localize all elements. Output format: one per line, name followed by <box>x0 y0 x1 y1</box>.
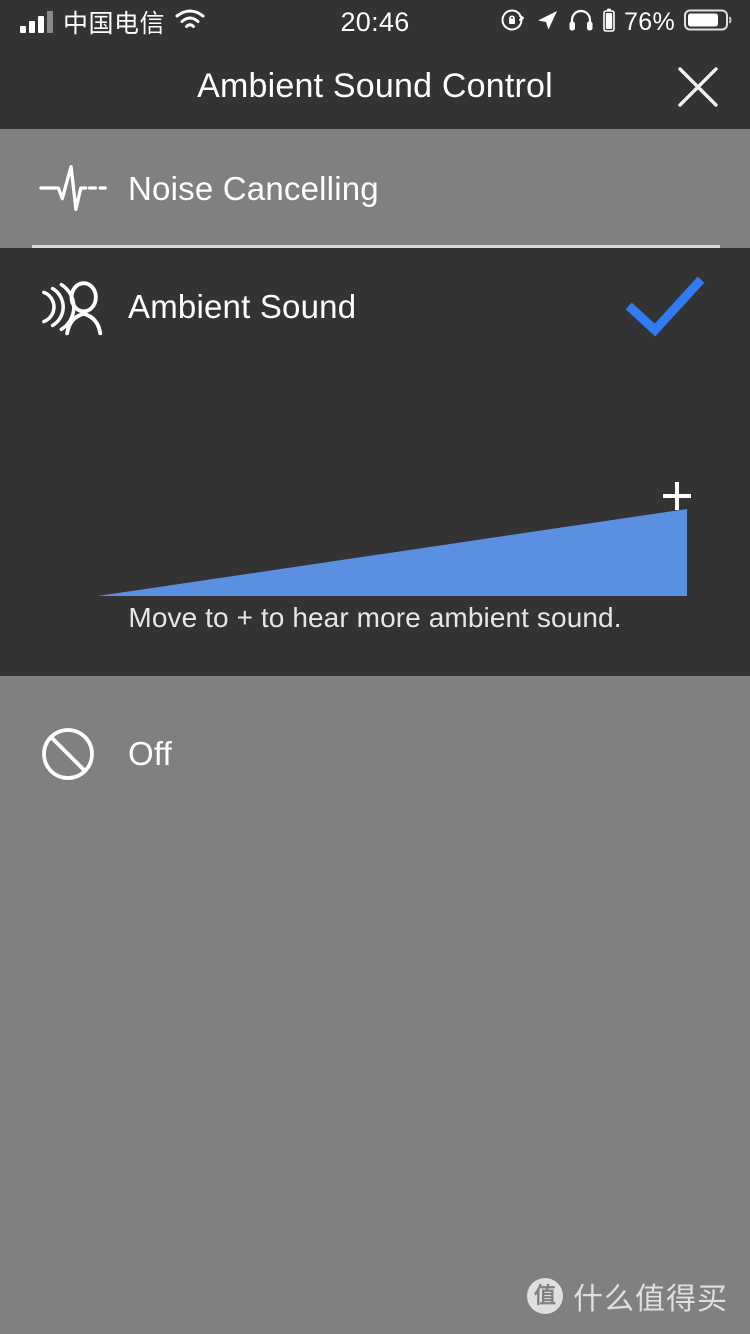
close-button[interactable] <box>668 57 728 117</box>
mode-label-ambient-sound: Ambient Sound <box>128 288 357 325</box>
status-bar: 中国电信 20:46 76% <box>0 0 750 44</box>
headphones-icon <box>568 8 594 37</box>
ambient-sound-slider[interactable] <box>0 366 750 596</box>
close-icon <box>678 66 718 107</box>
prohibited-icon <box>38 724 108 784</box>
mode-label-noise-cancelling: Noise Cancelling <box>128 169 379 207</box>
rotation-lock-icon <box>500 7 526 38</box>
ambient-sound-control-screen: 中国电信 20:46 76% Ambient Sound Control Noi… <box>0 0 750 1334</box>
slider-hint-text: Move to + to hear more ambient sound. <box>128 602 622 633</box>
plus-icon <box>663 482 691 510</box>
battery-percent-label: 76% <box>624 7 675 36</box>
watermark-text: 什么值得买 <box>573 1283 728 1316</box>
headphone-battery-icon <box>603 8 615 37</box>
mode-option-off[interactable]: Off <box>0 695 750 813</box>
ambient-person-icon <box>38 277 108 337</box>
ambient-sound-header[interactable]: Ambient Sound <box>0 248 750 366</box>
waveform-icon <box>38 159 108 219</box>
check-icon <box>626 276 705 337</box>
watermark: 值 什么值得买 <box>527 1274 728 1318</box>
page-title: Ambient Sound Control <box>197 67 553 105</box>
mode-option-noise-cancelling[interactable]: Noise Cancelling <box>0 129 750 248</box>
watermark-logo-icon: 值 <box>527 1278 563 1314</box>
status-bar-right: 76% <box>500 7 732 38</box>
slider-wedge-track[interactable] <box>0 366 750 596</box>
nav-bar: Ambient Sound Control <box>0 44 750 129</box>
battery-icon <box>684 8 732 37</box>
mode-label-off: Off <box>128 735 173 772</box>
location-arrow-icon <box>535 8 559 37</box>
selected-check-button[interactable] <box>626 276 706 338</box>
mode-option-ambient-sound[interactable]: Ambient Sound Move to + to hear more amb… <box>0 248 750 676</box>
